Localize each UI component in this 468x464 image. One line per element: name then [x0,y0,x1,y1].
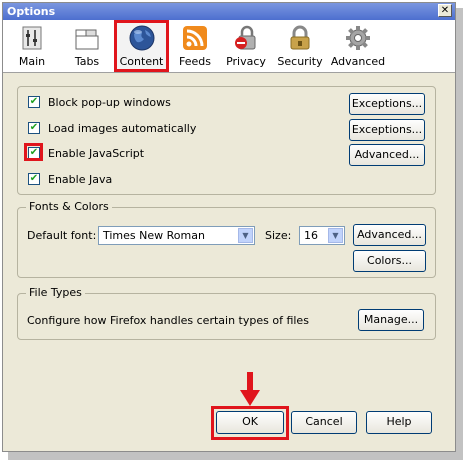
help-button[interactable]: Help [366,411,432,434]
tab-main[interactable]: Main [9,20,55,72]
fonts-advanced-button[interactable]: Advanced... [353,224,426,246]
tab-security[interactable]: Security [275,20,325,72]
font-size-value: 16 [304,229,318,242]
tab-main-label: Main [18,55,46,68]
file-types-description: Configure how Firefox handles certain ty… [27,314,309,327]
feeds-icon [183,26,207,50]
block-popups-row: ✔ Block pop-up windows [28,95,328,111]
manage-button[interactable]: Manage... [358,309,424,331]
tabs-icon [75,29,99,50]
advanced-icon [346,26,370,50]
file-types-group: File Types Configure how Firefox handles… [17,286,436,340]
content-options-group: ✔ Block pop-up windows ✔ Load images aut… [17,86,436,195]
font-size-select[interactable]: 16 ▼ [299,226,345,245]
enable-javascript-label: Enable JavaScript [48,147,145,160]
load-images-row: ✔ Load images automatically [28,121,328,137]
tab-feeds[interactable]: Feeds [173,20,217,72]
content-icon [129,25,154,51]
fonts-colors-group: Fonts & Colors Default font: Times New R… [17,200,436,278]
tab-content[interactable]: Content [114,20,169,72]
chevron-down-icon[interactable]: ▼ [328,228,343,243]
tab-privacy[interactable]: Privacy [221,20,271,72]
pane-toolbar: Main Tabs Content Feeds Privacy Security… [3,20,455,73]
tab-security-label: Security [277,55,323,68]
enable-java-label: Enable Java [48,173,113,186]
default-font-select[interactable]: Times New Roman ▼ [98,226,255,245]
tab-tabs[interactable]: Tabs [63,20,111,72]
tab-privacy-label: Privacy [226,55,266,68]
main-icon [22,26,42,50]
enable-java-row: ✔ Enable Java [28,172,328,188]
tab-feeds-label: Feeds [179,55,211,68]
tab-advanced[interactable]: Advanced [329,20,387,72]
ok-button[interactable]: OK [216,411,284,434]
privacy-icon [235,25,256,50]
load-images-label: Load images automatically [48,122,197,135]
cancel-button[interactable]: Cancel [291,411,357,434]
default-font-label: Default font: [27,229,97,242]
window-title: Options [7,5,56,18]
options-dialog: Options ✕ Main Tabs Content Feeds Privac… [2,2,456,452]
tab-advanced-label: Advanced [330,55,386,68]
tab-content-label: Content [119,55,164,68]
enable-javascript-row: ✔ Enable JavaScript [28,146,328,162]
block-popups-label: Block pop-up windows [48,96,171,109]
colors-button[interactable]: Colors... [353,250,426,272]
security-icon [290,25,310,50]
block-popups-checkbox[interactable]: ✔ [28,96,40,108]
default-font-value: Times New Roman [103,229,205,242]
fonts-colors-legend: Fonts & Colors [26,200,112,213]
chevron-down-icon[interactable]: ▼ [238,228,253,243]
load-images-checkbox[interactable]: ✔ [28,122,40,134]
file-types-legend: File Types [26,286,85,299]
popup-exceptions-button[interactable]: Exceptions... [349,93,425,115]
enable-java-checkbox[interactable]: ✔ [28,173,40,185]
tab-tabs-label: Tabs [74,55,100,68]
title-bar: Options ✕ [3,3,455,20]
size-label: Size: [265,229,292,242]
javascript-advanced-button[interactable]: Advanced... [349,144,425,166]
red-arrow-annotation [240,372,260,406]
images-exceptions-button[interactable]: Exceptions... [349,119,425,141]
close-button[interactable]: ✕ [438,4,452,17]
javascript-highlight [24,143,43,161]
